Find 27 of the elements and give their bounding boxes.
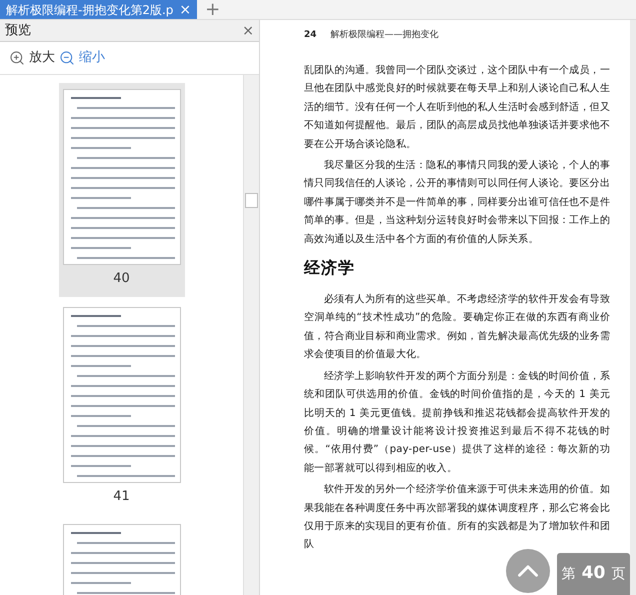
- page-number-label: 41: [113, 488, 130, 506]
- scroll-to-top-button[interactable]: [506, 549, 550, 593]
- page-number: 24: [304, 29, 317, 42]
- zoom-in-button[interactable]: 放大: [9, 48, 55, 68]
- document-tab[interactable]: 解析极限编程-拥抱变化第2版.p ×: [0, 0, 198, 19]
- scrollbar-thumb[interactable]: [245, 193, 258, 208]
- body-paragraph: 软件开发的另外一个经济学价值来源于可供未来选用的价值。如果我能在各种调度任务中再次部署我的媒体调度程序，那么它将会比仅用于原来的实现目的更有价值。所有的实践都是为了增加软件和团队: [304, 482, 610, 552]
- body-paragraph: 必须有人为所有的这些买单。不考虑经济学的软件开发会有导致空洞单纯的“技术性成功”的危险。要确定你正在做的东西有商业价值，符合商业目标和商业需求。例如，首先解决最高优先级的业务需求会使项目的价值最大化。: [304, 292, 610, 362]
- section-heading: 经济学: [304, 258, 356, 278]
- page-number-label: 40: [113, 270, 130, 288]
- close-tab-button[interactable]: ×: [179, 2, 192, 16]
- zoom-in-icon: [9, 50, 25, 66]
- thumbnail-item[interactable]: 40: [58, 83, 184, 296]
- zoom-out-icon: [59, 50, 75, 66]
- new-tab-button[interactable]: +: [197, 0, 228, 19]
- body-paragraph: 乱团队的沟通。我曾同一个团队交谈过，这个团队中有一个成员，一旦他在团队中感觉良好的时候就要在每天早上和别人谈论自己私人生活的细节。没有任何一个人在听到他的私人生活时会感到舒适，但又不知道如何提醒他。最后，团队的高层成员找他单独谈话并要求他不要在公开场合谈论隐私。: [304, 64, 610, 152]
- running-title: 解析极限编程——拥抱变化: [330, 29, 439, 42]
- body-paragraph: 我尽量区分我的生活：隐私的事情只同我的爱人谈论，个人的事情只同我信任的人谈论，公开的事情则可以同任何人谈论。要区分出哪件事属于哪类并不是一件简单的事，同样要分出谁可信任也不是件简单的事。但是，当这种划分运转良好时会带来以下回报：工作上的高效沟通以及生活中各个方面的有价值的人际关系。: [304, 158, 610, 247]
- close-button[interactable]: ×: [242, 24, 254, 38]
- thumbnail-item[interactable]: 41: [58, 300, 184, 514]
- body-paragraph: 经济学上影响软件开发的两个方面分别是：金钱的时间价值，系统和团队可供选用的价值。金钱的时间价值指的是，今天的 1 美元比明天的 1 美元更值钱。提前挣钱和推迟花钱都会提高软件开发的价值。明确的增量设计能将设计投资推迟到最后不得不花钱的时候。“依用付费”（pay-per-use）提供了这样的途径：每次新的功能一部署就可以得到相应的收入。: [304, 370, 610, 476]
- tab-title: 解析极限编程-拥抱变化第2版.p: [6, 2, 174, 18]
- panel-title: 预览: [5, 22, 31, 40]
- page-prefix: 第: [562, 564, 576, 584]
- page-suffix: 页: [611, 564, 626, 584]
- current-page-number: 40: [582, 562, 606, 586]
- zoom-out-button[interactable]: 缩小: [59, 48, 105, 68]
